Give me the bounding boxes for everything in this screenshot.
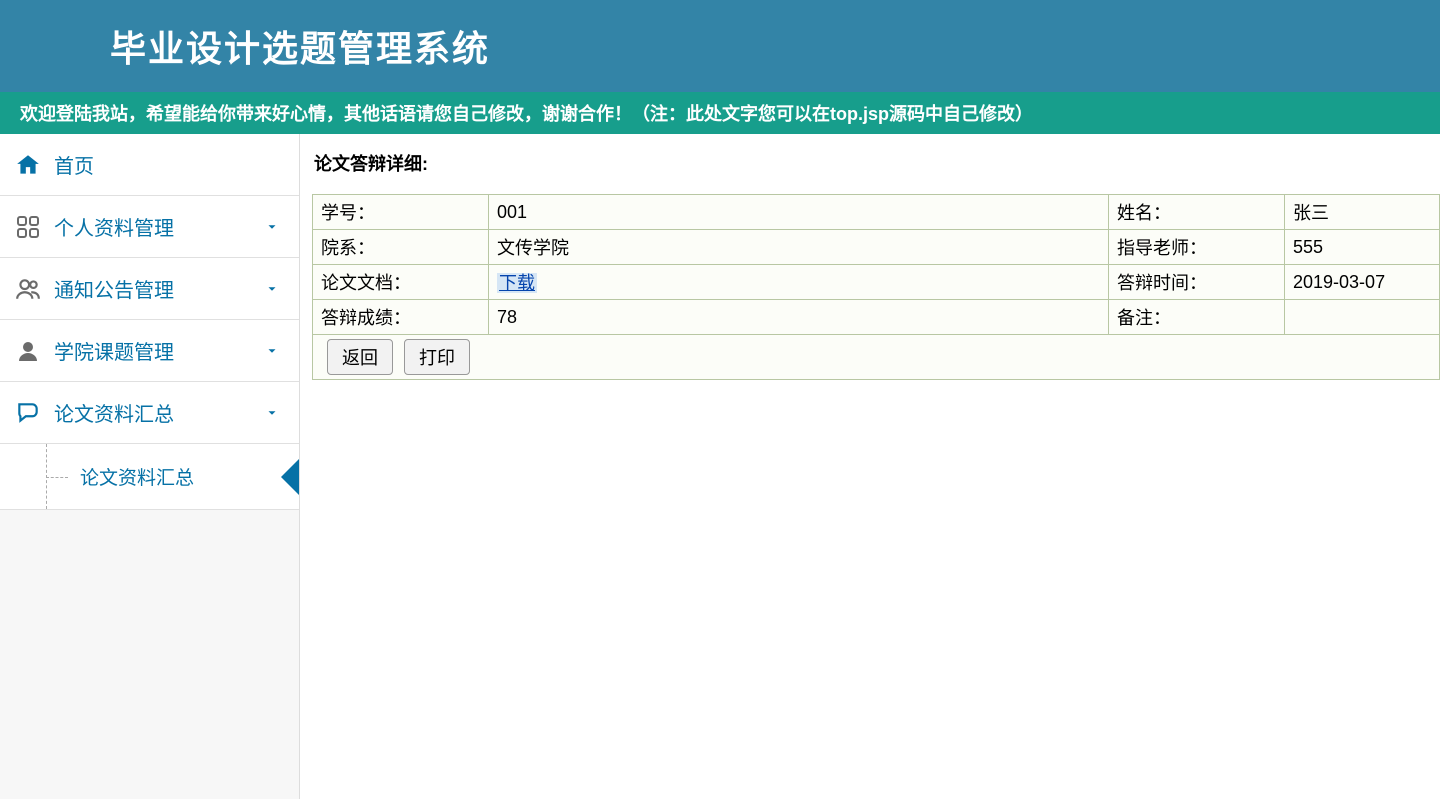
sidebar-subitem-label: 论文资料汇总 xyxy=(80,463,194,490)
detail-heading: 论文答辩详细: xyxy=(314,150,1440,176)
cell-label: 备注： xyxy=(1109,300,1285,335)
table-row: 院系： 文传学院 指导老师： 555 xyxy=(313,230,1440,265)
print-button[interactable]: 打印 xyxy=(404,339,470,375)
cell-value: 下载 xyxy=(489,265,1109,300)
cell-value: 文传学院 xyxy=(489,230,1109,265)
cell-label: 论文文档： xyxy=(313,265,489,300)
sidebar-item-notice[interactable]: 通知公告管理 xyxy=(0,258,299,320)
app-title: 毕业设计选题管理系统 xyxy=(110,20,490,72)
sidebar-item-topic[interactable]: 学院课题管理 xyxy=(0,320,299,382)
cell-value: 张三 xyxy=(1285,195,1440,230)
sidebar-item-home[interactable]: 首页 xyxy=(0,134,299,196)
cell-label: 姓名： xyxy=(1109,195,1285,230)
back-button[interactable]: 返回 xyxy=(327,339,393,375)
cell-label: 院系： xyxy=(313,230,489,265)
cell-label: 答辩时间： xyxy=(1109,265,1285,300)
chevron-down-icon xyxy=(265,406,279,420)
grid-icon xyxy=(14,213,42,241)
table-button-row: 返回 打印 xyxy=(313,335,1440,380)
table-row: 论文文档： 下载 答辩时间： 2019-03-07 xyxy=(313,265,1440,300)
sidebar-subitem-thesis-summary[interactable]: 论文资料汇总 xyxy=(0,444,299,510)
cell-value xyxy=(1285,300,1440,335)
cell-label: 学号： xyxy=(313,195,489,230)
home-icon xyxy=(14,151,42,179)
table-row: 答辩成绩： 78 备注： xyxy=(313,300,1440,335)
download-link[interactable]: 下载 xyxy=(497,273,537,293)
app-header: 毕业设计选题管理系统 xyxy=(0,0,1440,92)
cell-value: 001 xyxy=(489,195,1109,230)
sidebar-item-label: 首页 xyxy=(54,150,94,179)
users-icon xyxy=(14,275,42,303)
detail-table: 学号： 001 姓名： 张三 院系： 文传学院 指导老师： 555 论文文档： … xyxy=(312,194,1440,380)
sidebar-item-label: 通知公告管理 xyxy=(54,274,174,303)
cell-value: 78 xyxy=(489,300,1109,335)
active-marker-icon xyxy=(281,459,299,495)
cell-label: 指导老师： xyxy=(1109,230,1285,265)
sidebar-item-label: 学院课题管理 xyxy=(54,336,174,365)
sidebar-item-thesis[interactable]: 论文资料汇总 xyxy=(0,382,299,444)
sidebar-item-profile[interactable]: 个人资料管理 xyxy=(0,196,299,258)
cell-value: 555 xyxy=(1285,230,1440,265)
chevron-down-icon xyxy=(265,344,279,358)
sidebar-item-label: 个人资料管理 xyxy=(54,212,174,241)
sidebar: 首页 个人资料管理 xyxy=(0,134,300,799)
cell-label: 答辩成绩： xyxy=(313,300,489,335)
app-body: 首页 个人资料管理 xyxy=(0,134,1440,799)
chevron-down-icon xyxy=(265,282,279,296)
main-content: 论文答辩详细: 学号： 001 姓名： 张三 院系： 文传学院 指导老师： 55… xyxy=(300,134,1440,799)
sidebar-item-label: 论文资料汇总 xyxy=(54,398,174,427)
cell-value: 2019-03-07 xyxy=(1285,265,1440,300)
tree-line-horizontal xyxy=(46,477,68,478)
chat-icon xyxy=(14,399,42,427)
person-icon xyxy=(14,337,42,365)
chevron-down-icon xyxy=(265,220,279,234)
welcome-banner: 欢迎登陆我站，希望能给你带来好心情，其他话语请您自己修改，谢谢合作！（注：此处文… xyxy=(0,92,1440,134)
table-row: 学号： 001 姓名： 张三 xyxy=(313,195,1440,230)
